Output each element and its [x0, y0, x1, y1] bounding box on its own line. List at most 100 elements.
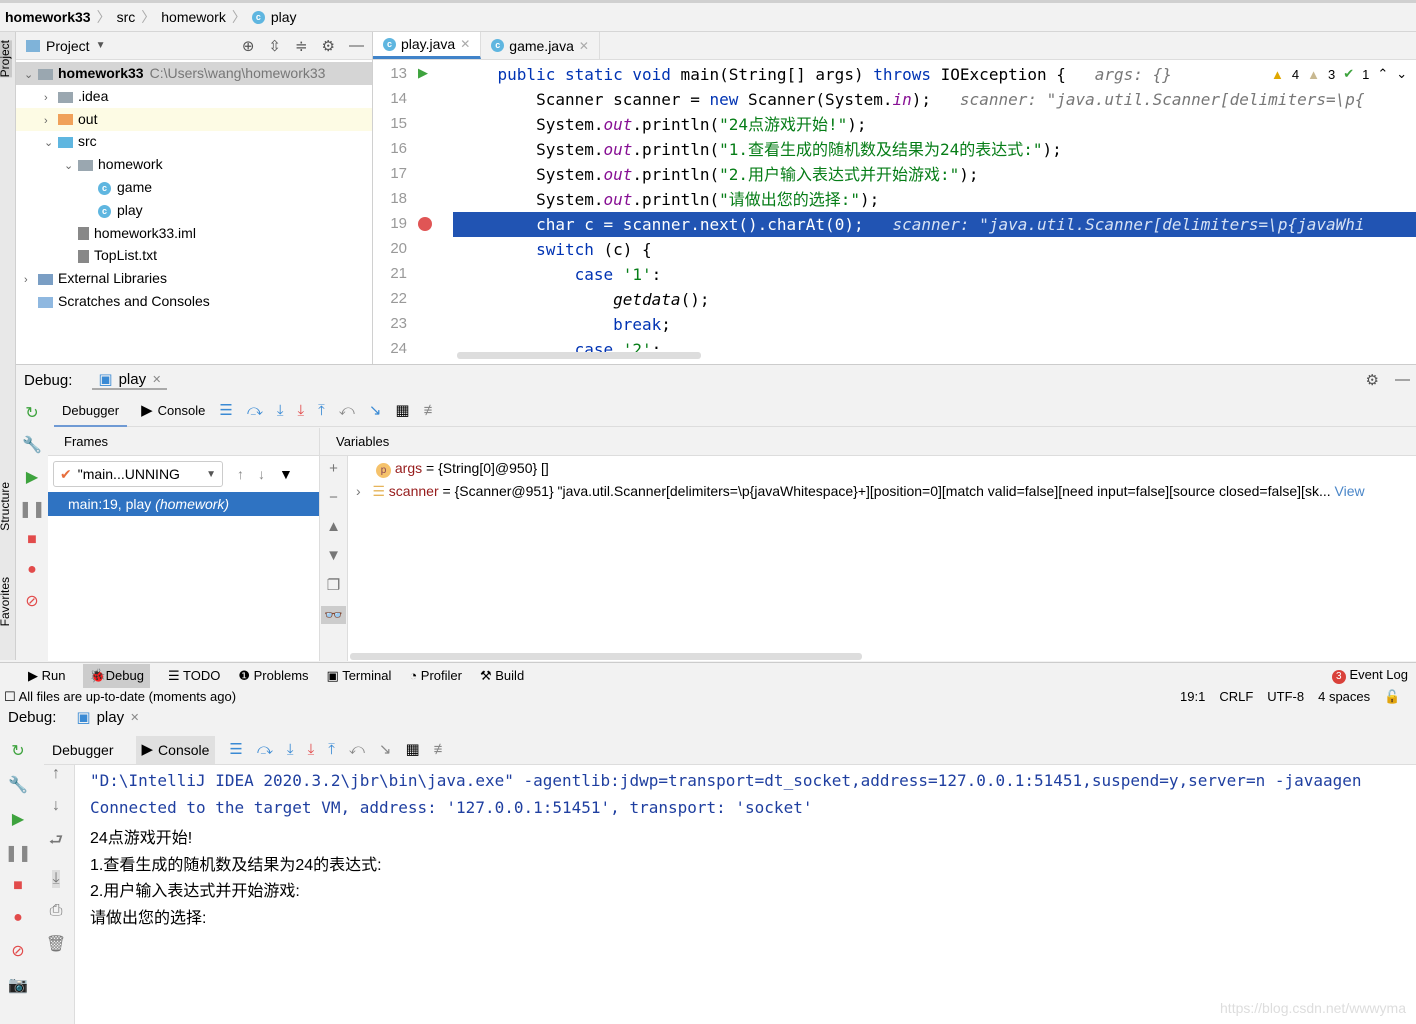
close-icon[interactable]: ✕	[130, 711, 139, 724]
build-tool-tab[interactable]: ⚒ Build	[480, 668, 524, 684]
settings-wrench-icon[interactable]: 🔧	[8, 775, 28, 795]
close-icon[interactable]: ✕	[579, 39, 589, 53]
breadcrumb-src[interactable]: src	[117, 9, 136, 25]
variable-row[interactable]: p args = {String[0]@950} []	[376, 460, 549, 478]
lock-icon[interactable]: 🔓	[1384, 689, 1400, 705]
tree-item[interactable]: ⌄ homework	[16, 153, 372, 176]
code-line[interactable]: System.out.println("24点游戏开始!");	[459, 112, 1416, 137]
problems-tool-tab[interactable]: ❶ Problems	[238, 668, 308, 684]
view-breakpoints-icon[interactable]: ●	[27, 561, 37, 579]
tab-game-java[interactable]: c game.java ✕	[481, 32, 600, 59]
mute-breakpoints-icon[interactable]: ⊘	[25, 591, 38, 611]
add-watch-icon[interactable]: +	[329, 460, 338, 477]
step-into-icon[interactable]: ⤓	[277, 403, 284, 418]
tree-item[interactable]: Scratches and Consoles	[16, 290, 372, 313]
todo-tool-tab[interactable]: ☰ TODO	[168, 668, 220, 684]
run-to-cursor-icon[interactable]: ↘	[369, 403, 382, 418]
down-arrow-icon[interactable]: ↓	[52, 797, 60, 815]
up-arrow-icon[interactable]: ↑	[52, 765, 60, 783]
locate-icon[interactable]: ⊕	[242, 37, 255, 55]
view-link[interactable]: View	[1335, 483, 1365, 499]
gear-icon[interactable]: ⚙	[322, 37, 335, 55]
copy-icon[interactable]: ❐	[327, 576, 340, 594]
tree-item[interactable]: › .idea	[16, 85, 372, 108]
tree-item[interactable]: homework33.iml	[16, 222, 372, 245]
run-gutter-icon[interactable]: ▶	[418, 65, 428, 81]
expand-arrow-icon[interactable]: ⌄	[24, 64, 38, 87]
force-step-into-icon[interactable]: ⤓	[298, 403, 305, 418]
horizontal-scrollbar[interactable]	[350, 653, 862, 660]
debugger-tab[interactable]: Debugger	[54, 395, 128, 427]
step-over-icon[interactable]: ⤼	[247, 403, 263, 418]
pause-icon[interactable]: ❚❚	[5, 843, 32, 863]
mute-breakpoints-icon[interactable]: ⊘	[11, 941, 24, 961]
code-line[interactable]: System.out.println("1.查看生成的随机数及结果为24的表达式…	[459, 137, 1416, 162]
tree-item[interactable]: ⌄ homework33 C:\Users\wang\homework33	[16, 62, 372, 85]
inspection-widget[interactable]: ▲ 4 ▲ 3 ✔ 1 ⌃ ⌄	[1271, 66, 1408, 82]
console-tab[interactable]: ▶ Console	[141, 403, 205, 418]
code-line[interactable]: switch (c) {	[459, 237, 1416, 262]
drop-frame-icon[interactable]: ⤺	[339, 403, 355, 418]
run-to-cursor-icon[interactable]: ↘	[379, 742, 392, 757]
indent-setting[interactable]: 4 spaces	[1318, 689, 1370, 705]
hide-icon[interactable]: —	[349, 37, 364, 55]
prev-highlight-icon[interactable]: ⌃	[1377, 66, 1388, 82]
view-breakpoints-icon[interactable]: ●	[13, 909, 23, 927]
breadcrumb-play[interactable]: play	[271, 9, 297, 25]
breakpoint-icon[interactable]	[418, 217, 432, 231]
code-line[interactable]: getdata();	[459, 287, 1416, 312]
move-down-icon[interactable]: ▼	[326, 547, 341, 564]
code-line[interactable]: char c = scanner.next().charAt(0); scann…	[459, 212, 1416, 237]
profiler-tool-tab[interactable]: ◔ Profiler	[409, 668, 462, 683]
breadcrumb-homework[interactable]: homework	[161, 9, 226, 25]
file-encoding[interactable]: UTF-8	[1267, 689, 1304, 705]
code-line[interactable]: case '1':	[459, 262, 1416, 287]
show-execution-point-icon[interactable]: ☰	[229, 742, 242, 757]
expand-arrow-icon[interactable]: ›	[44, 110, 58, 133]
horizontal-scrollbar[interactable]	[457, 352, 701, 359]
debug-session-tab[interactable]: ▣ play ✕	[92, 371, 168, 390]
tree-item[interactable]: TopList.txt	[16, 244, 372, 267]
soft-wrap-icon[interactable]: ⮐	[49, 829, 63, 856]
step-over-icon[interactable]: ⤼	[257, 742, 273, 757]
variable-row[interactable]: › ☰ scanner = {Scanner@951} "java.util.S…	[356, 483, 1416, 500]
move-up-icon[interactable]: ▲	[326, 518, 341, 535]
down-arrow-icon[interactable]: ↓	[258, 466, 265, 482]
step-out-icon[interactable]: ⤒	[328, 742, 335, 757]
settings-wrench-icon[interactable]: 🔧	[22, 435, 42, 455]
project-view-selector[interactable]: Project	[46, 38, 90, 54]
watches-glasses-icon[interactable]: 👓	[321, 606, 346, 624]
filter-icon[interactable]: ▼	[279, 466, 293, 482]
rerun-icon[interactable]: ↻	[11, 741, 24, 761]
favorites-tool-tab[interactable]: Favorites	[0, 577, 12, 626]
resume-icon[interactable]: ▶	[12, 809, 24, 829]
stop-icon[interactable]: ■	[13, 877, 23, 895]
camera-icon[interactable]: 📷	[8, 975, 28, 995]
tree-item[interactable]: ⌄ src	[16, 130, 372, 153]
terminal-tool-tab[interactable]: ▣ Terminal	[327, 668, 392, 684]
frame-row[interactable]: main:19, play (homework)	[48, 492, 319, 516]
expand-arrow-icon[interactable]: ›	[44, 87, 58, 110]
console-tab[interactable]: ▶ Console	[135, 735, 216, 764]
debug-session-tab[interactable]: ▣ play ✕	[76, 709, 139, 726]
run-tool-tab[interactable]: ▶ Run	[28, 668, 65, 684]
expand-arrow-icon[interactable]: ›	[356, 483, 361, 499]
tree-item[interactable]: c play	[16, 199, 372, 222]
step-into-icon[interactable]: ⤓	[287, 742, 294, 757]
expand-arrow-icon[interactable]: ⌄	[44, 132, 58, 155]
event-log-tab[interactable]: 3 Event Log	[1331, 667, 1416, 684]
tree-item[interactable]: › out	[16, 107, 372, 133]
stop-icon[interactable]: ■	[27, 531, 37, 549]
trash-icon[interactable]: 🗑	[46, 934, 66, 954]
evaluate-expression-icon[interactable]: ▦	[405, 742, 419, 757]
expand-arrow-icon[interactable]: ⌄	[64, 155, 78, 178]
next-highlight-icon[interactable]: ⌄	[1396, 66, 1407, 82]
code-line[interactable]: System.out.println("2.用户输入表达式并开始游戏:");	[459, 162, 1416, 187]
tab-play-java[interactable]: c play.java ✕	[373, 32, 482, 59]
hide-icon[interactable]: —	[1395, 371, 1410, 389]
close-icon[interactable]: ✕	[460, 37, 470, 51]
print-icon[interactable]: ⎙	[50, 902, 63, 920]
pause-icon[interactable]: ❚❚	[19, 499, 46, 519]
thread-selector[interactable]: ✔ "main...UNNING ▼	[53, 461, 223, 487]
gear-icon[interactable]: ⚙	[1366, 371, 1379, 389]
